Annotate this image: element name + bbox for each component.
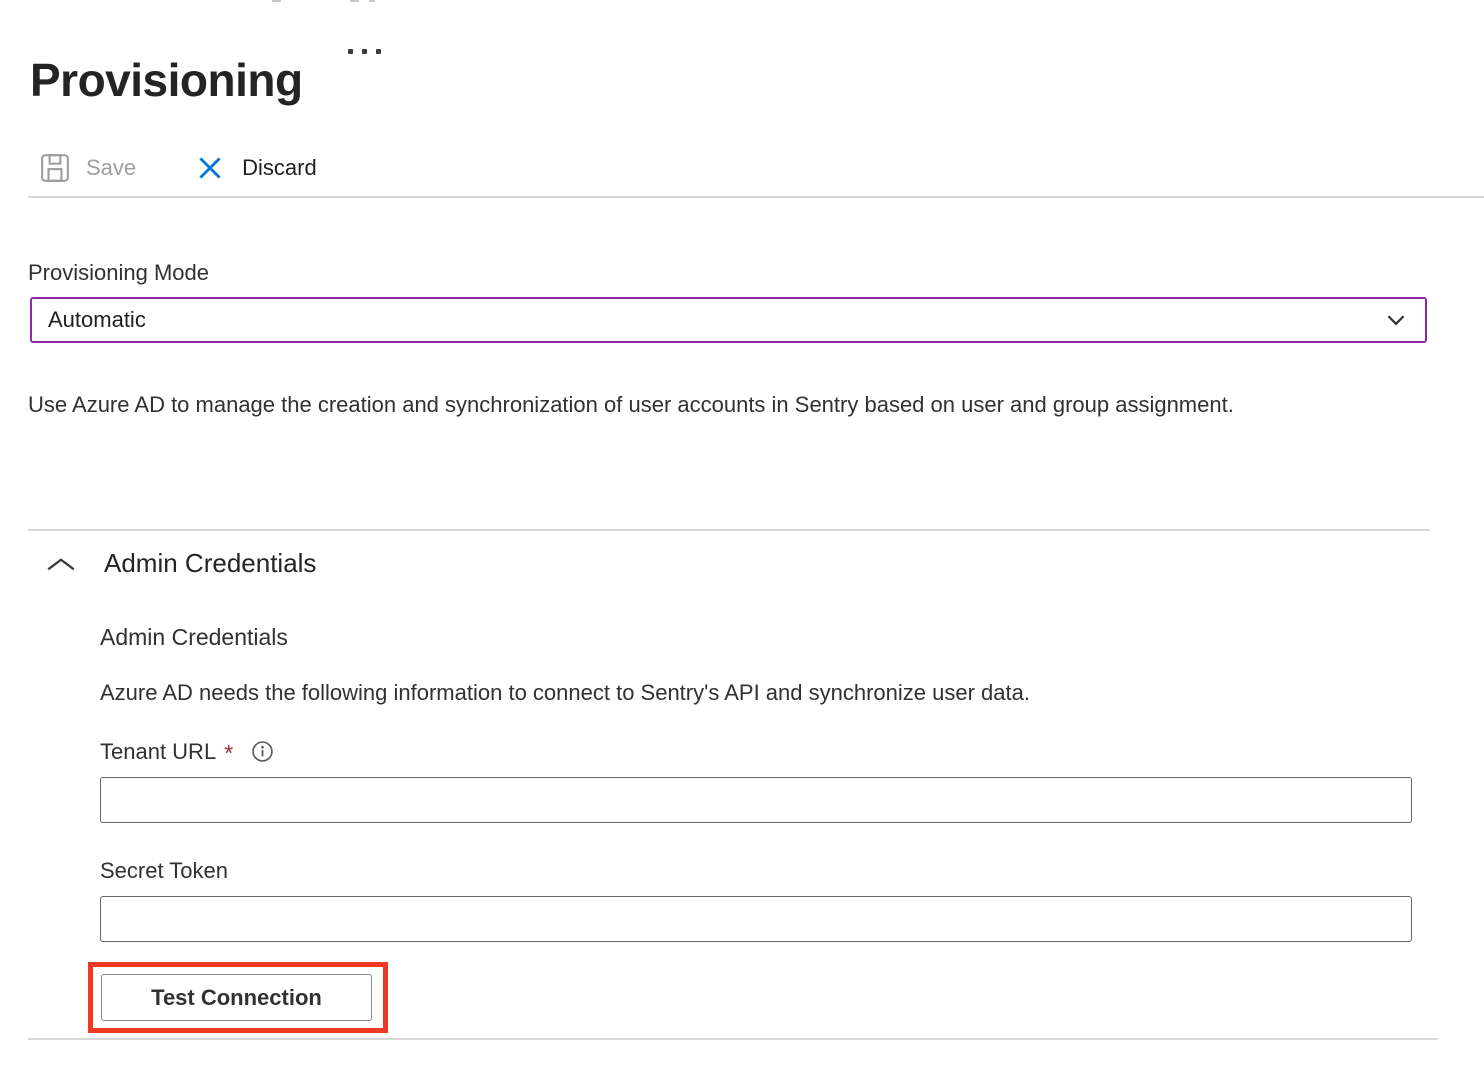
cropped-text-remnant [369, 0, 375, 2]
tenant-url-label: Tenant URL [100, 739, 216, 765]
page-title: Provisioning [30, 53, 303, 107]
provisioning-mode-description: Use Azure AD to manage the creation and … [28, 384, 1278, 425]
admin-credentials-section-title: Admin Credentials [104, 548, 316, 579]
cropped-text-remnant [350, 0, 359, 2]
chevron-up-icon [44, 553, 78, 575]
command-bar: Save Discard [40, 144, 317, 192]
secret-token-label: Secret Token [100, 858, 228, 884]
discard-button-label: Discard [242, 155, 317, 181]
close-icon [194, 152, 226, 184]
provisioning-mode-selected-value: Automatic [48, 307, 1383, 333]
bottom-divider [28, 1038, 1438, 1040]
save-button-label: Save [86, 155, 136, 181]
secret-token-input[interactable] [100, 896, 1412, 942]
toolbar-divider [28, 196, 1484, 198]
discard-button[interactable]: Discard [194, 152, 317, 184]
provisioning-mode-dropdown[interactable]: Automatic [30, 297, 1427, 343]
admin-credentials-description: Azure AD needs the following information… [100, 672, 1400, 713]
admin-credentials-section-toggle[interactable]: Admin Credentials [44, 548, 316, 579]
chevron-down-icon [1383, 307, 1409, 333]
admin-credentials-subheading: Admin Credentials [100, 624, 288, 651]
save-icon [40, 153, 70, 183]
cropped-text-remnant [272, 0, 281, 2]
tenant-url-label-row: Tenant URL * [100, 738, 274, 765]
section-divider [28, 529, 1430, 531]
more-options-button[interactable] [342, 38, 386, 64]
ellipsis-icon [348, 49, 381, 54]
info-icon[interactable] [251, 740, 274, 763]
save-button[interactable]: Save [40, 153, 136, 183]
tenant-url-input[interactable] [100, 777, 1412, 823]
provisioning-mode-label: Provisioning Mode [28, 260, 209, 286]
required-marker: * [224, 740, 233, 767]
test-connection-button[interactable]: Test Connection [101, 974, 372, 1021]
